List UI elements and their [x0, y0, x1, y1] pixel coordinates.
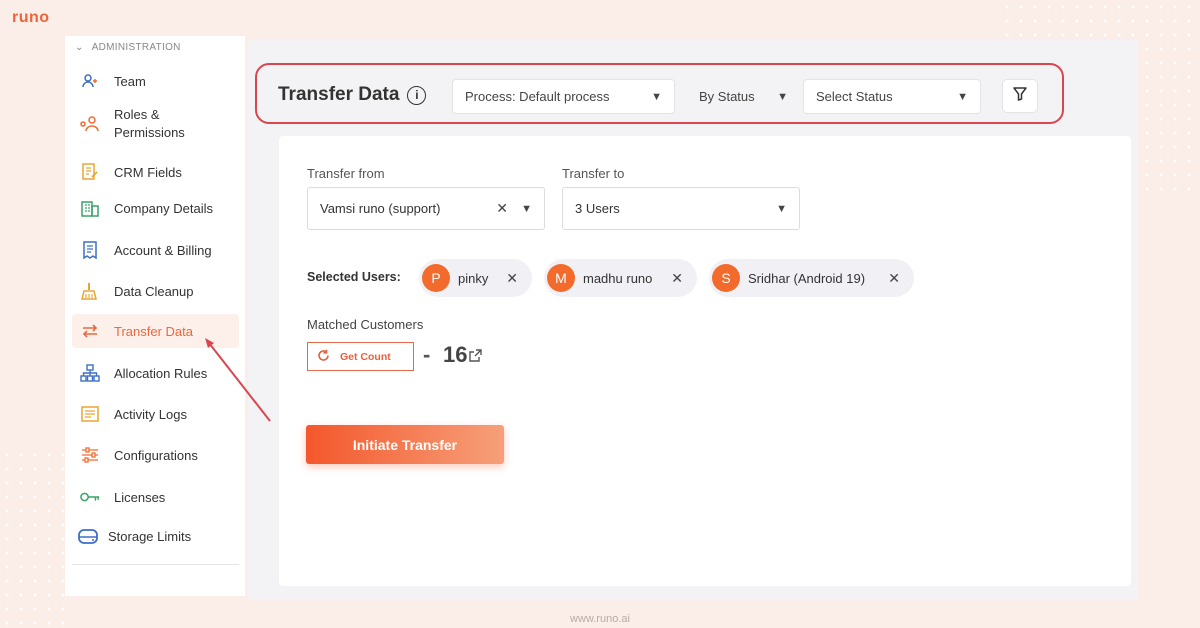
footer-url: www.runo.ai [570, 613, 630, 625]
annotation-arrow [205, 338, 271, 422]
